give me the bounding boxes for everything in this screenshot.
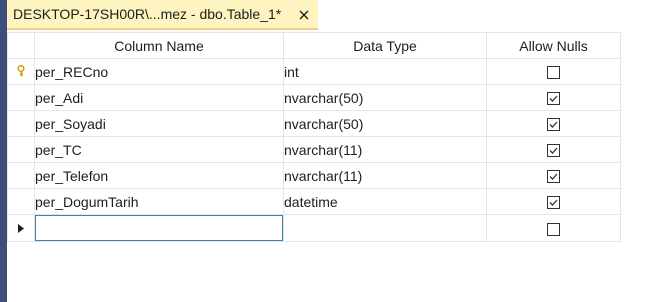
row-selector[interactable] (7, 188, 35, 215)
allow-nulls-cell[interactable] (486, 188, 621, 215)
checkmark-icon (549, 95, 558, 103)
row-selector[interactable] (7, 136, 35, 163)
document-tab[interactable]: DESKTOP-17SH00R\...mez - dbo.Table_1* (7, 0, 318, 30)
data-type-cell[interactable]: nvarchar(50) (283, 84, 487, 111)
new-row[interactable] (7, 214, 621, 242)
table-row[interactable]: per_Soyadi nvarchar(50) (7, 110, 621, 137)
close-icon[interactable] (296, 7, 312, 23)
left-border-strip (0, 0, 7, 302)
table-row[interactable]: per_Adi nvarchar(50) (7, 84, 621, 111)
allow-nulls-cell[interactable] (486, 110, 621, 137)
row-selector[interactable] (7, 214, 35, 242)
allow-nulls-checkbox[interactable] (547, 222, 560, 236)
document-tab-bar: DESKTOP-17SH00R\...mez - dbo.Table_1* (7, 0, 666, 30)
column-name-cell[interactable]: per_TC (34, 136, 284, 163)
primary-key-icon (17, 64, 25, 80)
table-row[interactable]: per_RECno int (7, 58, 621, 85)
table-row[interactable]: per_Telefon nvarchar(11) (7, 162, 621, 189)
column-name-cell[interactable]: per_Adi (34, 84, 284, 111)
column-grid: Column Name Data Type Allow Nulls per_RE… (7, 32, 621, 242)
allow-nulls-checkbox[interactable] (547, 118, 560, 132)
allow-nulls-cell[interactable] (486, 162, 621, 189)
column-name-cell[interactable]: per_RECno (34, 58, 284, 85)
table-designer-window: DESKTOP-17SH00R\...mez - dbo.Table_1* Co… (0, 0, 666, 302)
allow-nulls-header[interactable]: Allow Nulls (486, 32, 621, 59)
data-type-header[interactable]: Data Type (283, 32, 487, 59)
allow-nulls-cell[interactable] (486, 58, 621, 85)
row-selector[interactable] (7, 58, 35, 85)
allow-nulls-checkbox[interactable] (547, 92, 560, 106)
checkmark-icon (549, 199, 558, 207)
allow-nulls-cell[interactable] (486, 84, 621, 111)
current-row-arrow-icon (18, 220, 24, 236)
row-selector[interactable] (7, 162, 35, 189)
header-row: Column Name Data Type Allow Nulls (7, 32, 621, 59)
column-name-cell[interactable]: per_DogumTarih (34, 188, 284, 215)
data-type-cell[interactable]: nvarchar(50) (283, 110, 487, 137)
allow-nulls-cell[interactable] (486, 214, 621, 242)
allow-nulls-checkbox[interactable] (547, 144, 560, 158)
allow-nulls-checkbox[interactable] (547, 66, 560, 80)
allow-nulls-checkbox[interactable] (547, 196, 560, 210)
column-name-cell[interactable]: per_Telefon (34, 162, 284, 189)
row-selector[interactable] (7, 84, 35, 111)
tab-title: DESKTOP-17SH00R\...mez - dbo.Table_1* (13, 6, 282, 22)
column-name-input[interactable] (35, 215, 283, 241)
row-selector-header (7, 32, 35, 59)
column-name-cell[interactable] (34, 214, 284, 242)
data-type-cell[interactable]: int (283, 58, 487, 85)
row-selector[interactable] (7, 110, 35, 137)
data-type-cell[interactable]: nvarchar(11) (283, 136, 487, 163)
column-name-cell[interactable]: per_Soyadi (34, 110, 284, 137)
column-name-header[interactable]: Column Name (34, 32, 284, 59)
checkmark-icon (549, 173, 558, 181)
table-row[interactable]: per_TC nvarchar(11) (7, 136, 621, 163)
table-row[interactable]: per_DogumTarih datetime (7, 188, 621, 215)
checkmark-icon (549, 147, 558, 155)
data-type-cell[interactable]: nvarchar(11) (283, 162, 487, 189)
allow-nulls-checkbox[interactable] (547, 170, 560, 184)
data-type-cell[interactable] (283, 214, 487, 242)
data-type-cell[interactable]: datetime (283, 188, 487, 215)
checkmark-icon (549, 121, 558, 129)
allow-nulls-cell[interactable] (486, 136, 621, 163)
